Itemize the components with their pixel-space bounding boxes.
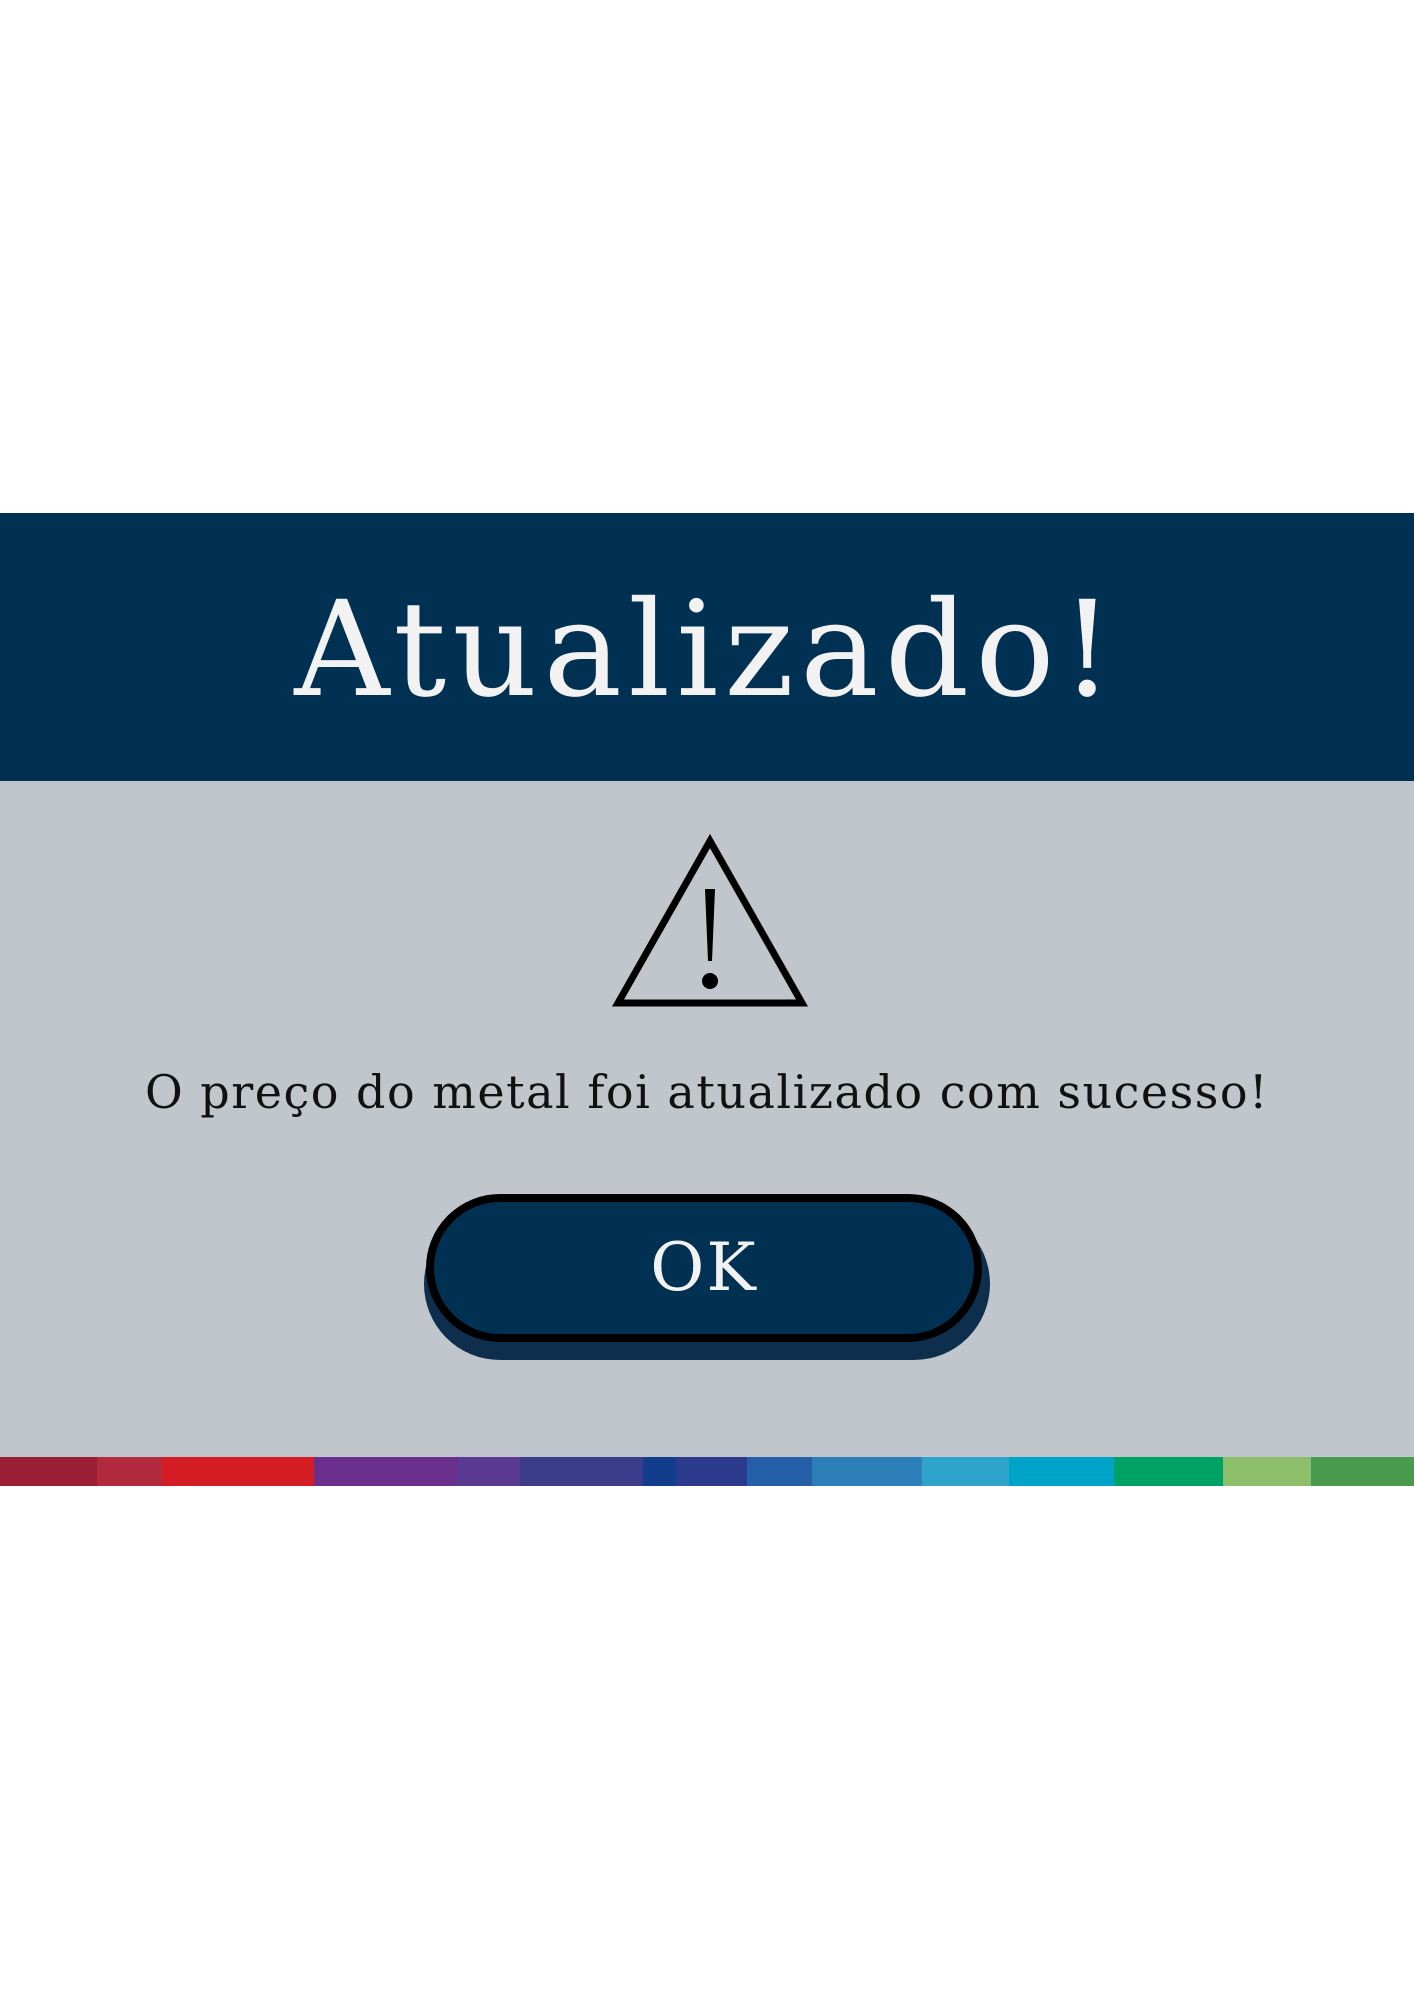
color-strip-segment [96, 1457, 162, 1486]
ok-button[interactable]: OK [426, 1194, 982, 1342]
color-strip-segment [1223, 1457, 1311, 1486]
update-dialog: Atualizado! O preço do metal foi atualiz… [0, 513, 1414, 1486]
color-strip-segment [921, 1457, 1010, 1486]
warning-triangle-icon [611, 833, 809, 1007]
dialog-header: Atualizado! [0, 513, 1414, 781]
dialog-body: O preço do metal foi atualizado com suce… [0, 781, 1414, 1457]
dialog-message: O preço do metal foi atualizado com suce… [144, 1065, 1270, 1119]
color-strip-segment [746, 1457, 812, 1486]
color-strip-segment [1009, 1457, 1115, 1486]
ok-button-label: OK [650, 1229, 758, 1306]
dialog-title: Atualizado! [294, 573, 1120, 727]
color-strip-segment [1114, 1457, 1224, 1486]
color-strip-segment [161, 1457, 314, 1486]
color-strip-segment [457, 1457, 521, 1486]
color-strip-segment [811, 1457, 922, 1486]
color-strip-segment [675, 1457, 747, 1486]
color-strip-segment [0, 1457, 97, 1486]
color-strip [0, 1457, 1414, 1486]
color-strip-segment [313, 1457, 458, 1486]
color-strip-segment [1310, 1457, 1414, 1486]
color-strip-segment [520, 1457, 644, 1486]
color-strip-segment [643, 1457, 676, 1486]
